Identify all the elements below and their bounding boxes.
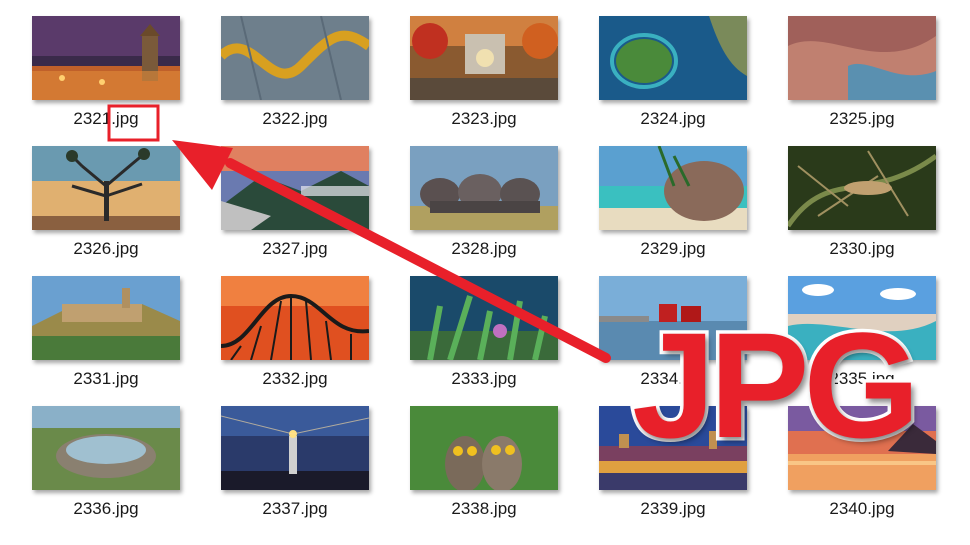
file-name-label: 2329.jpg	[640, 239, 706, 258]
image-thumbnail[interactable]	[599, 16, 747, 100]
file-item[interactable]: 2331.jpg	[32, 276, 180, 394]
file-name-label: 2321.jpg	[73, 109, 139, 128]
file-item[interactable]: 2332.jpg	[221, 276, 369, 394]
file-item[interactable]: 2325.jpg	[788, 16, 936, 134]
file-item[interactable]: 2323.jpg	[410, 16, 558, 134]
file-item[interactable]: 2327.jpg	[221, 146, 369, 264]
file-name-label: 2322.jpg	[262, 109, 328, 128]
image-thumbnail[interactable]	[221, 406, 369, 490]
image-thumbnail[interactable]	[221, 146, 369, 230]
image-thumbnail[interactable]	[410, 146, 558, 230]
image-thumbnail[interactable]	[788, 146, 936, 230]
file-item[interactable]: 2338.jpg	[410, 406, 558, 524]
file-item[interactable]: 2329.jpg	[599, 146, 747, 264]
file-name-label: 2326.jpg	[73, 239, 139, 258]
file-item[interactable]: 2336.jpg	[32, 406, 180, 524]
image-thumbnail[interactable]	[410, 276, 558, 360]
image-thumbnail[interactable]	[32, 146, 180, 230]
file-item[interactable]: 2330.jpg	[788, 146, 936, 264]
image-thumbnail[interactable]	[32, 276, 180, 360]
file-name-label: 2339.jpg	[640, 499, 706, 518]
image-thumbnail[interactable]	[32, 16, 180, 100]
file-item[interactable]: 2333.jpg	[410, 276, 558, 394]
file-name-label: 2328.jpg	[451, 239, 517, 258]
file-item[interactable]: 2322.jpg	[221, 16, 369, 134]
file-name-label: 2336.jpg	[73, 499, 139, 518]
file-name-label: 2324.jpg	[640, 109, 706, 128]
file-name-label: 2340.jpg	[829, 499, 895, 518]
file-name-label: 2325.jpg	[829, 109, 895, 128]
image-thumbnail[interactable]	[788, 16, 936, 100]
file-name-label: 2323.jpg	[451, 109, 517, 128]
image-thumbnail[interactable]	[410, 16, 558, 100]
file-name-label: 2337.jpg	[262, 499, 328, 518]
file-name-label: 2330.jpg	[829, 239, 895, 258]
image-thumbnail[interactable]	[221, 276, 369, 360]
file-item[interactable]: 2324.jpg	[599, 16, 747, 134]
file-item[interactable]: 2321.jpg	[32, 16, 180, 134]
jpg-annotation-label: JPG	[628, 301, 923, 469]
file-item[interactable]: 2326.jpg	[32, 146, 180, 264]
image-thumbnail[interactable]	[32, 406, 180, 490]
image-thumbnail[interactable]	[221, 16, 369, 100]
file-name-label: 2333.jpg	[451, 369, 517, 388]
image-thumbnail[interactable]	[410, 406, 558, 490]
file-name-label: 2332.jpg	[262, 369, 328, 388]
file-item[interactable]: 2337.jpg	[221, 406, 369, 524]
file-item[interactable]: 2328.jpg	[410, 146, 558, 264]
file-name-label: 2331.jpg	[73, 369, 139, 388]
file-name-label: 2338.jpg	[451, 499, 517, 518]
file-name-label: 2327.jpg	[262, 239, 328, 258]
image-thumbnail[interactable]	[599, 146, 747, 230]
